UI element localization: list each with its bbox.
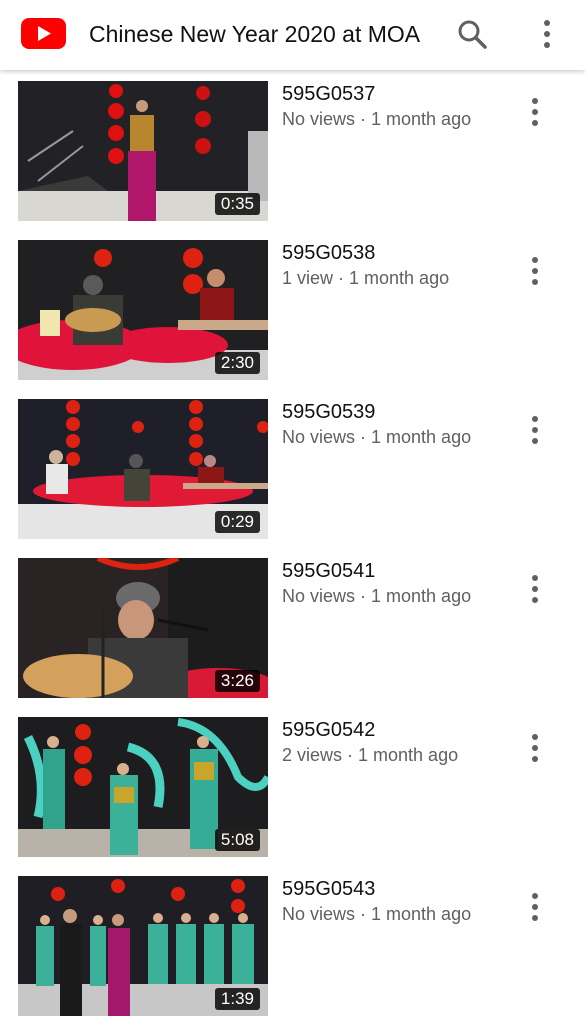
video-options-button[interactable] (520, 92, 550, 132)
video-duration: 5:08 (214, 829, 260, 851)
video-thumbnail[interactable]: 5:08 (18, 717, 268, 857)
video-duration: 3:26 (214, 670, 260, 692)
video-thumbnail[interactable]: 2:30 (18, 240, 268, 380)
more-options-button[interactable] (527, 14, 567, 54)
more-vert-icon (532, 734, 538, 762)
video-title[interactable]: 595G0543 (282, 877, 375, 901)
video-item[interactable]: 3:26 595G0541 No views · 1 month ago (0, 547, 585, 706)
video-thumbnail[interactable]: 0:35 (18, 81, 268, 221)
video-options-button[interactable] (520, 251, 550, 291)
video-thumbnail[interactable]: 0:29 (18, 399, 268, 539)
video-title[interactable]: 595G0541 (282, 559, 375, 583)
video-options-button[interactable] (520, 728, 550, 768)
video-item[interactable]: 0:35 595G0537 No views · 1 month ago (0, 70, 585, 229)
video-title[interactable]: 595G0542 (282, 718, 375, 742)
video-meta: 1 view · 1 month ago (282, 268, 450, 288)
app-bar: Chinese New Year 2020 at MOA (0, 0, 585, 70)
more-vert-icon (532, 575, 538, 603)
youtube-logo-icon[interactable] (21, 18, 66, 49)
video-duration: 0:35 (214, 193, 260, 215)
video-options-button[interactable] (520, 887, 550, 927)
more-vert-icon (532, 257, 538, 285)
video-title[interactable]: 595G0537 (282, 82, 375, 106)
playlist-title: Chinese New Year 2020 at MOA (89, 21, 421, 47)
video-options-button[interactable] (520, 410, 550, 450)
video-title[interactable]: 595G0538 (282, 241, 375, 265)
video-meta: No views · 1 month ago (282, 904, 472, 924)
more-vert-icon (532, 893, 538, 921)
search-icon (458, 20, 487, 49)
video-duration: 0:29 (214, 511, 260, 533)
video-meta: 2 views · 1 month ago (282, 745, 459, 765)
video-options-button[interactable] (520, 569, 550, 609)
video-duration: 2:30 (214, 352, 260, 374)
video-meta: No views · 1 month ago (282, 427, 472, 447)
video-item[interactable]: 2:30 595G0538 1 view · 1 month ago (0, 229, 585, 388)
video-title[interactable]: 595G0539 (282, 400, 375, 424)
more-vert-icon (532, 416, 538, 444)
video-thumbnail[interactable]: 3:26 (18, 558, 268, 698)
video-meta: No views · 1 month ago (282, 109, 472, 129)
video-item[interactable]: 0:29 595G0539 No views · 1 month ago (0, 388, 585, 547)
video-duration: 1:39 (214, 988, 260, 1010)
more-vert-icon (544, 20, 550, 48)
more-vert-icon (532, 98, 538, 126)
video-meta: No views · 1 month ago (282, 586, 472, 606)
video-list: 0:35 595G0537 No views · 1 month ago 2:3… (0, 70, 585, 1024)
video-item[interactable]: 1:39 595G0543 No views · 1 month ago (0, 865, 585, 1024)
video-item[interactable]: 5:08 595G0542 2 views · 1 month ago (0, 706, 585, 865)
video-thumbnail[interactable]: 1:39 (18, 876, 268, 1016)
search-button[interactable] (452, 14, 492, 54)
